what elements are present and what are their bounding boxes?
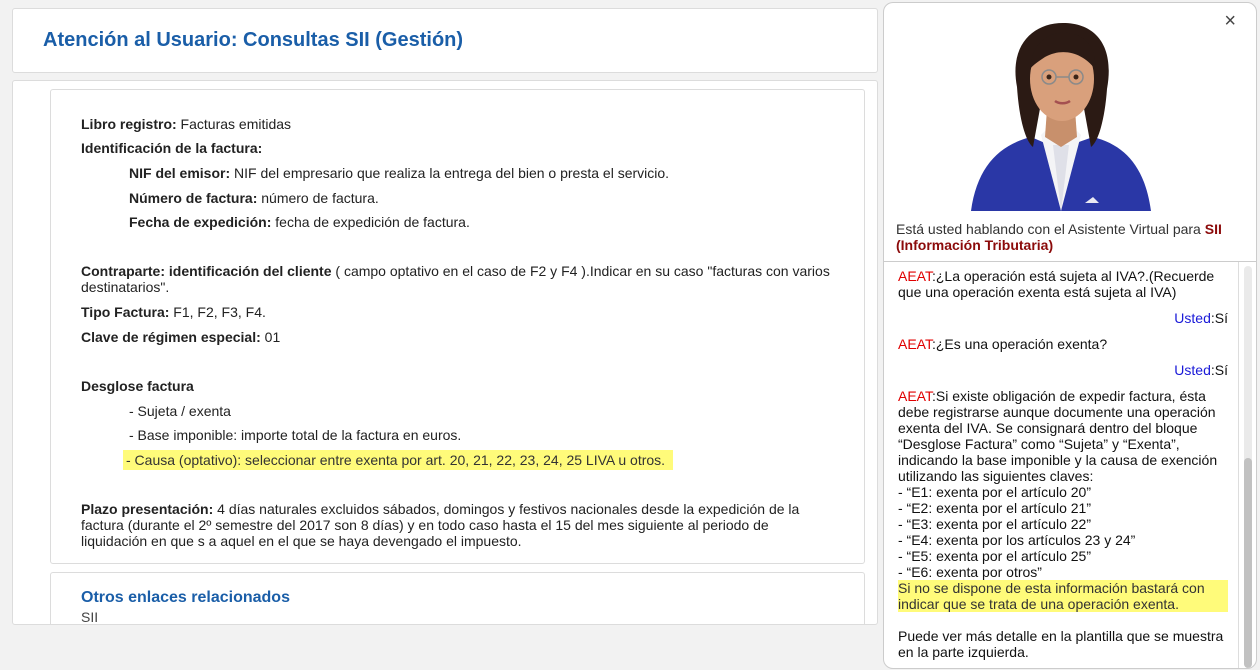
contraparte: Contraparte: identificación del cliente … [81, 263, 830, 295]
related-link-sii[interactable]: SII [81, 609, 98, 624]
chat-transcript[interactable]: AEAT:¿La operación está sujeta al IVA?.(… [884, 261, 1256, 668]
scrollbar-thumb[interactable] [1244, 458, 1252, 668]
main-content: Libro registro: Facturas emitidas Identi… [12, 80, 878, 625]
desglose-heading: Desglose factura [81, 378, 194, 394]
identificacion-heading: Identificación de la factura: [81, 140, 263, 156]
assistant-message: AEAT:¿La operación está sujeta al IVA?.(… [898, 268, 1215, 300]
exemption-code: - “E5: exenta por el artículo 25” [898, 548, 1091, 564]
desglose-item-highlighted: - Causa (optativo): seleccionar entre ex… [123, 450, 674, 470]
numero-factura: Número de factura: número de factura. [129, 190, 379, 206]
assistant-message: AEAT:Si existe obligación de expedir fac… [898, 388, 1228, 660]
assistant-message: AEAT:¿Es una operación exenta? [898, 336, 1108, 352]
user-message: Usted:Sí [1174, 310, 1228, 326]
transcript-divider [1238, 262, 1239, 668]
assistant-footer-note: Puede ver más detalle en la plantilla qu… [898, 628, 1224, 660]
exemption-code: - “E3: exenta por el artículo 22” [898, 516, 1091, 532]
clave-regimen: Clave de régimen especial: 01 [81, 329, 281, 345]
desglose-item: - Sujeta / exenta [129, 403, 231, 419]
libro-registro: Libro registro: Facturas emitidas [81, 116, 292, 132]
tipo-factura: Tipo Factura: F1, F2, F3, F4. [81, 304, 266, 320]
invoice-details-box: Libro registro: Facturas emitidas Identi… [50, 89, 865, 564]
close-icon[interactable]: × [1224, 11, 1236, 31]
exemption-code: - “E1: exenta por el artículo 20” [898, 484, 1091, 500]
desglose-item: - Base imponible: importe total de la fa… [129, 427, 462, 443]
plazo-presentacion: Plazo presentación: 4 días naturales exc… [81, 501, 800, 549]
related-links-box: Otros enlaces relacionados SII [50, 572, 865, 624]
assistant-avatar [971, 23, 1151, 211]
assistant-intro: Está usted hablando con el Asistente Vir… [896, 221, 1222, 253]
related-links-title: Otros enlaces relacionados [81, 589, 290, 606]
virtual-assistant-panel: × Está usted hablando con el Asistente V… [883, 2, 1257, 669]
page-header: Atención al Usuario: Consultas SII (Gest… [12, 8, 878, 73]
page-title: Atención al Usuario: Consultas SII (Gest… [43, 29, 464, 51]
transcript-scrollbar[interactable] [1244, 266, 1252, 668]
nif-emisor: NIF del emisor: NIF del empresario que r… [129, 165, 670, 181]
exemption-code: - “E6: exenta por otros” [898, 564, 1042, 580]
exemption-code: - “E2: exenta por el artículo 21” [898, 500, 1091, 516]
user-message: Usted:Sí [1174, 362, 1228, 378]
exemption-code: - “E4: exenta por los artículos 23 y 24” [898, 532, 1136, 548]
highlighted-note: Si no se dispone de esta información bas… [898, 580, 1228, 612]
fecha-expedicion: Fecha de expedición: fecha de expedición… [129, 214, 470, 230]
